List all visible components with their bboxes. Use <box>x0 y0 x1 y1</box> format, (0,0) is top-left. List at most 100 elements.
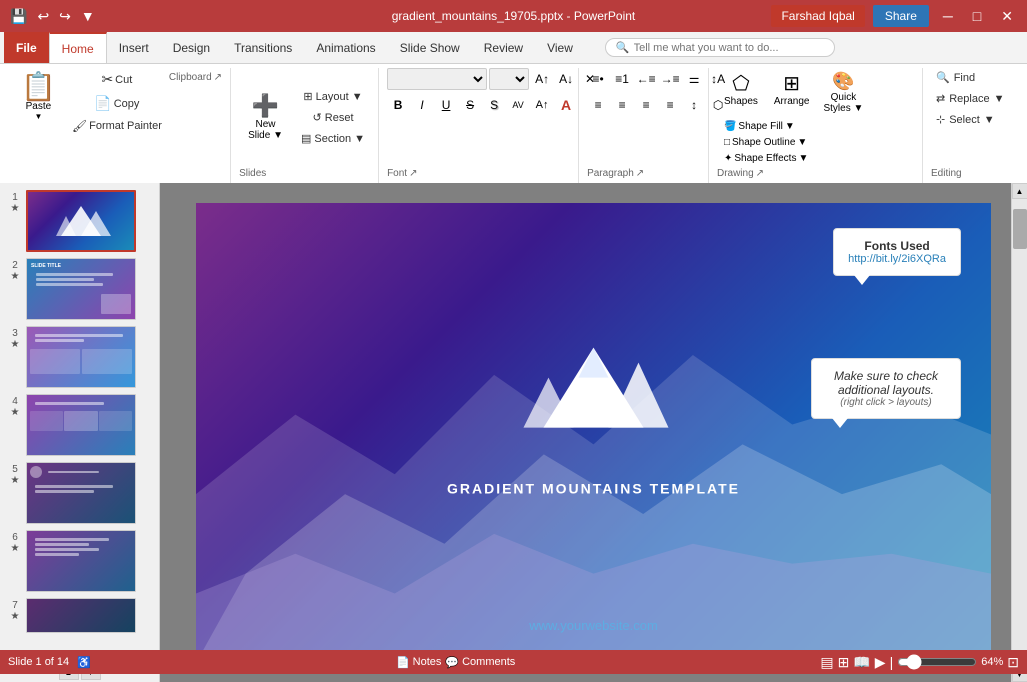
normal-view-button[interactable]: ▤ <box>820 654 833 671</box>
star-icon-3: ★ <box>11 339 20 350</box>
strikethrough-button[interactable]: S <box>459 94 481 116</box>
tab-view[interactable]: View <box>535 32 585 63</box>
notes-button[interactable]: 📄 Notes <box>396 656 441 669</box>
close-button[interactable]: ✕ <box>995 8 1019 25</box>
justify-button[interactable]: ≡ <box>659 94 681 116</box>
undo-button[interactable]: ↩ <box>35 6 51 27</box>
accessibility-button[interactable]: ♿ <box>77 656 91 669</box>
align-center-button[interactable]: ≡ <box>611 94 633 116</box>
bullets-button[interactable]: ≡• <box>587 68 609 90</box>
title-right: Farshad Iqbal Share ─ □ ✕ <box>771 5 1019 27</box>
shape-outline-button[interactable]: □ Shape Outline ▼ <box>721 135 811 150</box>
comments-button[interactable]: 💬 Comments <box>445 656 515 669</box>
columns-button[interactable]: ⚌ <box>683 68 705 90</box>
slide-thumbnail-4[interactable]: 4 ★ <box>0 391 159 459</box>
arrange-button[interactable]: ⊞ Arrange <box>769 68 815 110</box>
user-button[interactable]: Farshad Iqbal <box>771 5 864 27</box>
slide-preview-7[interactable] <box>26 598 136 633</box>
increase-indent-button[interactable]: →≡ <box>659 68 681 90</box>
slide-preview-5[interactable] <box>26 462 136 524</box>
paragraph-expand-icon[interactable]: ↗ <box>636 168 644 179</box>
slide-sorter-button[interactable]: ⊞ <box>838 654 850 671</box>
slide-7-content <box>27 599 135 632</box>
layout-button[interactable]: ⊞ Layout ▼ <box>296 87 370 106</box>
new-slide-button[interactable]: ➕ New Slide ▼ <box>239 90 292 144</box>
tab-transitions[interactable]: Transitions <box>222 32 304 63</box>
numbering-button[interactable]: ≡1 <box>611 68 633 90</box>
tab-animations[interactable]: Animations <box>304 32 387 63</box>
slideshow-view-button[interactable]: ▶ <box>875 654 886 671</box>
font-size-select[interactable] <box>489 68 529 90</box>
main-slide: GRADIENT MOUNTAINS TEMPLATE www.yourwebs… <box>196 203 991 663</box>
section-button[interactable]: ▤ Section ▼ <box>296 129 370 148</box>
slide-thumbnail-3[interactable]: 3 ★ <box>0 323 159 391</box>
scroll-thumb <box>1013 209 1027 249</box>
group-clipboard: 📋 Paste ▼ ✂ Cut 📄 Copy 🖌 Format Painter … <box>4 68 231 183</box>
italic-button[interactable]: I <box>411 94 433 116</box>
shapes-button[interactable]: ⬠ Shapes <box>717 68 765 110</box>
shape-effects-button[interactable]: ✦ Shape Effects ▼ <box>721 151 811 166</box>
customize-button[interactable]: ▼ <box>79 6 97 26</box>
replace-button[interactable]: ⇄ Replace ▼ <box>931 89 1009 108</box>
tab-slideshow[interactable]: Slide Show <box>388 32 472 63</box>
char-spacing-button[interactable]: AV <box>507 94 529 116</box>
clipboard-expand-icon[interactable]: ↗ <box>214 72 222 83</box>
shape-fill-button[interactable]: 🪣 Shape Fill ▼ <box>721 119 811 134</box>
slide-preview-1[interactable] <box>26 190 136 252</box>
shadow-button[interactable]: S <box>483 94 505 116</box>
reset-button[interactable]: ↺ Reset <box>296 108 370 127</box>
reading-view-button[interactable]: 📖 <box>853 654 870 671</box>
tab-design[interactable]: Design <box>161 32 222 63</box>
bold-button[interactable]: B <box>387 94 409 116</box>
redo-button[interactable]: ↪ <box>57 6 73 27</box>
decrease-indent-button[interactable]: ←≡ <box>635 68 657 90</box>
quick-styles-button[interactable]: 🎨 Quick Styles ▼ <box>818 68 868 117</box>
slide-thumbnail-5[interactable]: 5 ★ <box>0 459 159 527</box>
slide-thumbnail-6[interactable]: 6 ★ <box>0 527 159 595</box>
slide-thumbnail-7[interactable]: 7 ★ <box>0 595 159 636</box>
tab-review[interactable]: Review <box>472 32 535 63</box>
increase-font-button[interactable]: A↑ <box>531 68 553 90</box>
font-color-up-button[interactable]: A↑ <box>531 94 553 116</box>
slide-panel: 1 ★ 2 ★ <box>0 183 160 682</box>
font-expand-icon[interactable]: ↗ <box>409 168 417 179</box>
maximize-button[interactable]: □ <box>967 8 987 24</box>
mountain-logo-svg <box>494 337 694 467</box>
scroll-track[interactable] <box>1012 199 1027 666</box>
fit-to-window-button[interactable]: ⊡ <box>1007 654 1019 671</box>
tab-home[interactable]: Home <box>49 32 107 63</box>
tab-file[interactable]: File <box>4 32 49 63</box>
paste-button[interactable]: 📋 Paste ▼ <box>12 68 65 126</box>
main-area: 1 ★ 2 ★ <box>0 183 1027 682</box>
save-button[interactable]: 💾 <box>8 6 29 27</box>
slide-thumbnail-1[interactable]: 1 ★ <box>0 187 159 255</box>
zoom-slider[interactable] <box>897 654 977 670</box>
slide-preview-2[interactable]: SLIDE TITLE <box>26 258 136 320</box>
underline-button[interactable]: U <box>435 94 457 116</box>
select-button[interactable]: ⊹ Select ▼ <box>931 110 1000 129</box>
align-right-button[interactable]: ≡ <box>635 94 657 116</box>
drawing-expand-icon[interactable]: ↗ <box>756 168 764 179</box>
find-button[interactable]: 🔍 Find <box>931 68 980 87</box>
slide-preview-3[interactable] <box>26 326 136 388</box>
tab-insert[interactable]: Insert <box>107 32 161 63</box>
slide-preview-6[interactable] <box>26 530 136 592</box>
minimize-button[interactable]: ─ <box>937 8 959 24</box>
share-button[interactable]: Share <box>873 5 929 27</box>
slide-thumbnail-2[interactable]: 2 ★ SLIDE TITLE <box>0 255 159 323</box>
copy-button[interactable]: 📄 Copy <box>67 92 167 115</box>
title-bar: 💾 ↩ ↪ ▼ gradient_mountains_19705.pptx - … <box>0 0 1027 32</box>
group-editing: 🔍 Find ⇄ Replace ▼ ⊹ Select ▼ Editing <box>923 68 1023 183</box>
slide-preview-4[interactable] <box>26 394 136 456</box>
scroll-up-btn[interactable]: ▲ <box>1012 183 1027 199</box>
font-family-select[interactable] <box>387 68 487 90</box>
format-painter-button[interactable]: 🖌 Format Painter <box>67 116 167 136</box>
slide-1-content <box>28 192 134 250</box>
align-left-button[interactable]: ≡ <box>587 94 609 116</box>
tell-me-input[interactable] <box>634 42 824 54</box>
font-color-button[interactable]: A <box>555 94 577 116</box>
decrease-font-button[interactable]: A↓ <box>555 68 577 90</box>
cut-button[interactable]: ✂ Cut <box>67 68 167 91</box>
shape-fill-label: Shape Fill <box>738 121 782 132</box>
line-spacing-button[interactable]: ↕ <box>683 94 705 116</box>
